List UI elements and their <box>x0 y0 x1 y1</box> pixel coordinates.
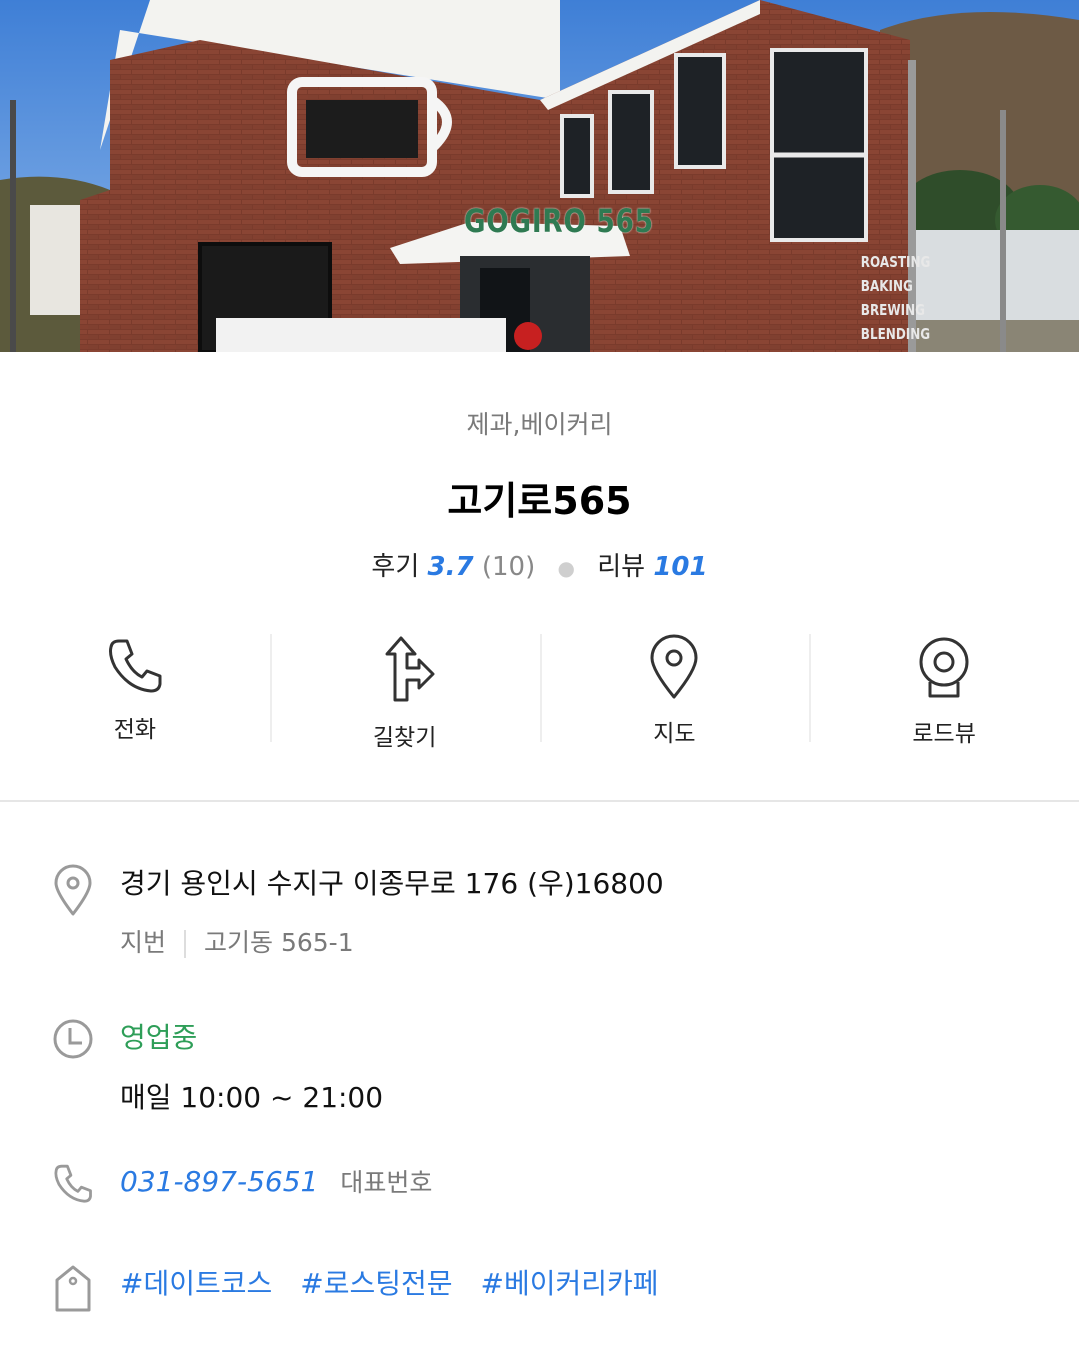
roadview-icon <box>909 634 979 700</box>
review-label: 후기 <box>371 552 420 582</box>
phone-type-label: 대표번호 <box>340 1168 433 1197</box>
directions-icon <box>370 634 440 704</box>
phone-icon <box>100 634 170 696</box>
jibun-address-row: 지번 고기동 565-1 <box>120 926 1079 960</box>
directions-button[interactable]: 길찾기 <box>269 634 540 751</box>
hero-side-line: ROASTING <box>860 253 931 271</box>
hashtag-link[interactable]: #데이트코스 <box>120 1267 272 1300</box>
hours-row: 영업중 매일 10:00 ~ 21:00 <box>52 1018 1079 1118</box>
map-pin-icon <box>639 634 709 700</box>
phone-number[interactable]: 031-897-5651 <box>120 1165 318 1198</box>
tag-icon <box>52 1264 94 1316</box>
hero-side-line: BLENDING <box>860 325 931 343</box>
blog-review-label: 리뷰 <box>597 552 646 582</box>
place-title: 고기로565 <box>447 479 632 523</box>
map-button[interactable]: 지도 <box>539 634 810 747</box>
open-status[interactable]: 영업중 <box>120 1018 1079 1058</box>
jibun-label: 지번 <box>120 928 167 957</box>
roadview-label: 로드뷰 <box>912 721 976 747</box>
phone-small-icon <box>52 1162 94 1214</box>
hashtag-link[interactable]: #로스팅전문 <box>300 1267 452 1300</box>
review-score[interactable]: 3.7 <box>428 552 474 582</box>
review-count[interactable]: (10) <box>482 552 535 582</box>
roadview-button[interactable]: 로드뷰 <box>809 634 1079 747</box>
separator-dot: ● <box>557 556 575 580</box>
place-info: 경기 용인시 수지구 이종무로 176 (우)16800 지번 고기동 565-1… <box>0 802 1079 1316</box>
address-row: 경기 용인시 수지구 이종무로 176 (우)16800 지번 고기동 565-1 <box>52 864 1079 960</box>
score-summary: 후기 3.7 (10) ● 리뷰 101 <box>0 548 1079 586</box>
place-header: 제과,베이커리 고기로565 후기 3.7 (10) ● 리뷰 101 <box>0 352 1079 586</box>
hero-side-text: ROASTING BAKING BREWING BLENDING <box>860 250 931 346</box>
tags-row: #데이트코스 #로스팅전문 #베이커리카페 <box>52 1264 1079 1316</box>
cafe-building-image <box>0 0 1079 352</box>
hero-side-line: BAKING <box>860 277 913 295</box>
blog-review-count[interactable]: 101 <box>653 552 707 582</box>
call-button[interactable]: 전화 <box>0 634 270 744</box>
business-hours: 매일 10:00 ~ 21:00 <box>120 1081 384 1114</box>
directions-label: 길찾기 <box>372 725 437 751</box>
location-pin-icon <box>52 864 94 916</box>
hero-side-line: BREWING <box>860 301 925 319</box>
hashtag-link[interactable]: #베이커리카페 <box>481 1267 659 1300</box>
call-label: 전화 <box>113 717 157 743</box>
clock-icon <box>52 1018 94 1070</box>
phone-row: 031-897-5651 대표번호 <box>52 1162 1079 1214</box>
place-category: 제과,베이커리 <box>466 410 613 439</box>
jibun-address[interactable]: 고기동 565-1 <box>204 928 354 957</box>
road-address[interactable]: 경기 용인시 수지구 이종무로 176 (우)16800 <box>120 864 1079 904</box>
hero-sign-text: GOGIRO 565 <box>464 202 654 240</box>
action-bar: 전화 길찾기 지도 로드뷰 <box>0 634 1079 751</box>
place-photo[interactable]: GOGIRO 565 ROASTING BAKING BREWING BLEND… <box>0 0 1079 352</box>
jibun-separator <box>184 930 187 958</box>
map-label: 지도 <box>653 721 696 747</box>
